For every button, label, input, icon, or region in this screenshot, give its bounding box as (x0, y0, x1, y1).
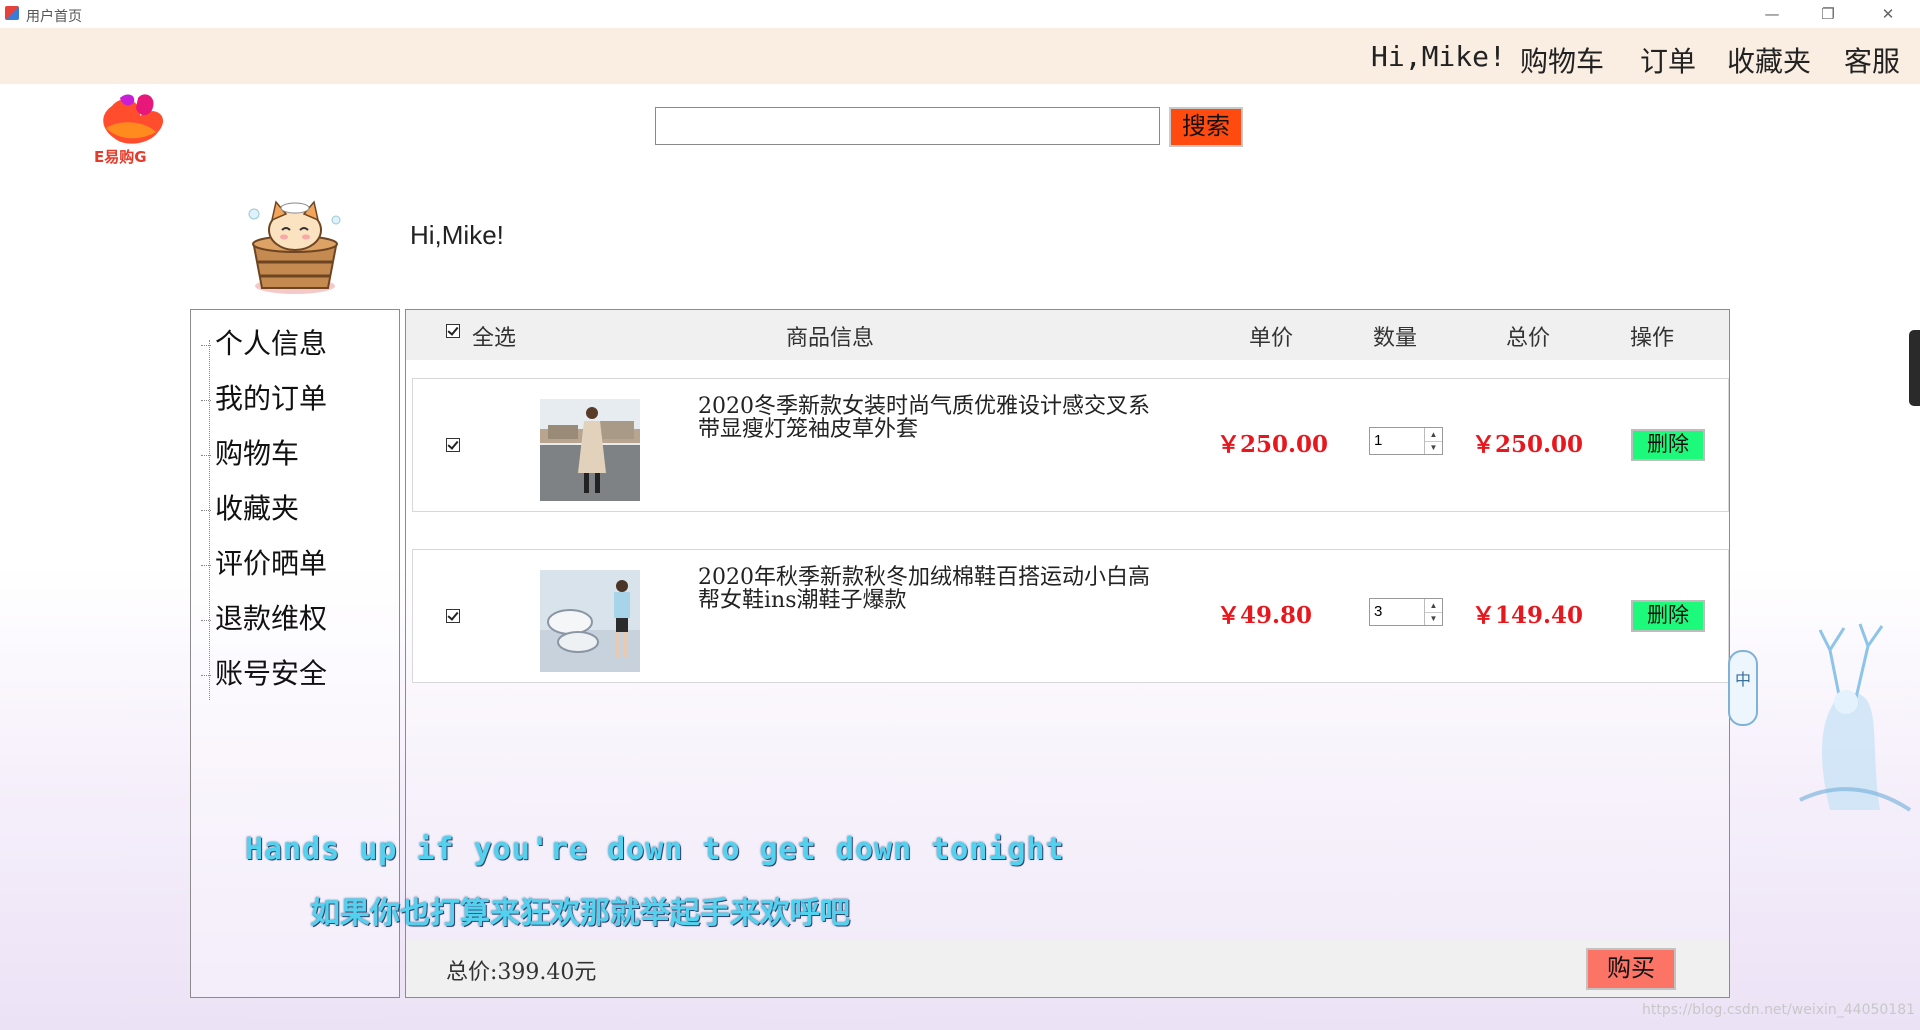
logo-text: E易购G (94, 148, 147, 166)
decrement-icon[interactable]: ▼ (1425, 612, 1442, 625)
product-name[interactable]: 2020冬季新款女装时尚气质优雅设计感交叉系带显瘦灯笼袖皮草外套 (698, 395, 1158, 441)
close-button[interactable]: ✕ (1868, 2, 1908, 26)
side-scroll-handle[interactable] (1909, 330, 1920, 406)
top-navigation: Hi,Mike! 购物车 订单 收藏夹 客服 (0, 28, 1920, 84)
avatar[interactable] (240, 190, 350, 300)
sidebar-item-label: 评价晒单 (215, 547, 328, 580)
brand-logo: E易购G (92, 88, 172, 168)
buy-button[interactable]: 购买 (1586, 948, 1676, 990)
cart-row: 2020年秋季新款秋冬加绒棉鞋百搭运动小白高帮女鞋ins潮鞋子爆款 ￥49.80… (412, 549, 1729, 683)
sidebar-item-favorites[interactable]: 收藏夹 (201, 487, 299, 527)
video-subtitle-english: Hands up if you're down to get down toni… (245, 832, 1065, 867)
cart-row: 2020冬季新款女装时尚气质优雅设计感交叉系带显瘦灯笼袖皮草外套 ￥250.00… (412, 378, 1729, 512)
header-product-info: 商品信息 (786, 326, 875, 351)
increment-icon[interactable]: ▲ (1425, 428, 1442, 442)
row-checkbox[interactable] (446, 609, 460, 623)
sidebar-item-label: 账号安全 (215, 657, 328, 690)
cart-total: 总价:399.40元 (446, 960, 597, 985)
increment-icon[interactable]: ▲ (1425, 599, 1442, 613)
cart-header: 全选 商品信息 单价 数量 总价 操作 (406, 310, 1729, 360)
sidebar-item-label: 退款维权 (215, 602, 328, 635)
sidebar-item-label: 购物车 (215, 437, 300, 470)
watermark: https://blog.csdn.net/weixin_44050181 (1642, 1002, 1916, 1018)
product-image-sneakers[interactable] (540, 570, 640, 672)
restore-button[interactable]: ❐ (1808, 2, 1848, 26)
header-unit-price: 单价 (1249, 326, 1294, 351)
nav-item-favorites[interactable]: 收藏夹 (1727, 40, 1811, 80)
ime-indicator[interactable]: 中 (1728, 650, 1758, 726)
app-icon (5, 6, 19, 20)
decrement-icon[interactable]: ▼ (1425, 441, 1442, 454)
sidebar-item-my-orders[interactable]: 我的订单 (201, 377, 327, 417)
user-greeting: Hi,Mike! (410, 220, 504, 250)
nav-item-orders[interactable]: 订单 (1640, 40, 1696, 80)
row-total: ￥149.40 (1472, 602, 1584, 629)
sidebar-item-label: 我的订单 (215, 382, 328, 415)
video-subtitle-chinese: 如果你也打算来狂欢那就举起手来欢呼吧 (310, 896, 850, 931)
search-button[interactable]: 搜索 (1169, 107, 1243, 147)
quantity-value: 3 (1374, 603, 1383, 620)
sidebar-item-reviews[interactable]: 评价晒单 (201, 542, 327, 582)
select-all-checkbox[interactable] (446, 324, 460, 338)
sidebar-item-security[interactable]: 账号安全 (201, 652, 327, 692)
sidebar-item-label: 个人信息 (215, 327, 328, 360)
row-total: ￥250.00 (1472, 431, 1584, 458)
search-input[interactable] (655, 107, 1160, 145)
header-quantity: 数量 (1373, 326, 1418, 351)
cart-footer: 总价:399.40元 购买 (406, 940, 1729, 997)
deer-decoration-icon (1760, 610, 1920, 820)
minimize-button[interactable]: — (1752, 2, 1792, 26)
stepper-arrows: ▲ ▼ (1424, 428, 1442, 454)
unit-price: ￥250.00 (1217, 431, 1329, 458)
delete-button[interactable]: 删除 (1631, 429, 1705, 461)
row-checkbox[interactable] (446, 438, 460, 452)
product-image-coat[interactable] (540, 399, 640, 501)
unit-price: ￥49.80 (1217, 602, 1313, 629)
quantity-stepper[interactable]: 1 ▲ ▼ (1369, 427, 1443, 455)
quantity-value: 1 (1374, 432, 1383, 449)
window-title: 用户首页 (26, 9, 82, 25)
sidebar-item-label: 收藏夹 (215, 492, 300, 525)
window-titlebar: 用户首页 — ❐ ✕ (0, 0, 1920, 28)
header-total-price: 总价 (1506, 326, 1551, 351)
sidebar-item-cart[interactable]: 购物车 (201, 432, 299, 472)
nav-item-cart[interactable]: 购物车 (1520, 40, 1604, 80)
delete-button[interactable]: 删除 (1631, 600, 1705, 632)
sidebar-item-profile[interactable]: 个人信息 (201, 322, 327, 362)
header-actions: 操作 (1630, 326, 1675, 351)
header-select-all[interactable]: 全选 (472, 320, 516, 352)
product-name[interactable]: 2020年秋季新款秋冬加绒棉鞋百搭运动小白高帮女鞋ins潮鞋子爆款 (698, 566, 1158, 612)
nav-item-service[interactable]: 客服 (1844, 40, 1900, 80)
sidebar-item-refunds[interactable]: 退款维权 (201, 597, 327, 637)
nav-greeting[interactable]: Hi,Mike! (1371, 40, 1506, 73)
quantity-stepper[interactable]: 3 ▲ ▼ (1369, 598, 1443, 626)
stepper-arrows: ▲ ▼ (1424, 599, 1442, 625)
ime-label: 中 (1735, 672, 1752, 689)
